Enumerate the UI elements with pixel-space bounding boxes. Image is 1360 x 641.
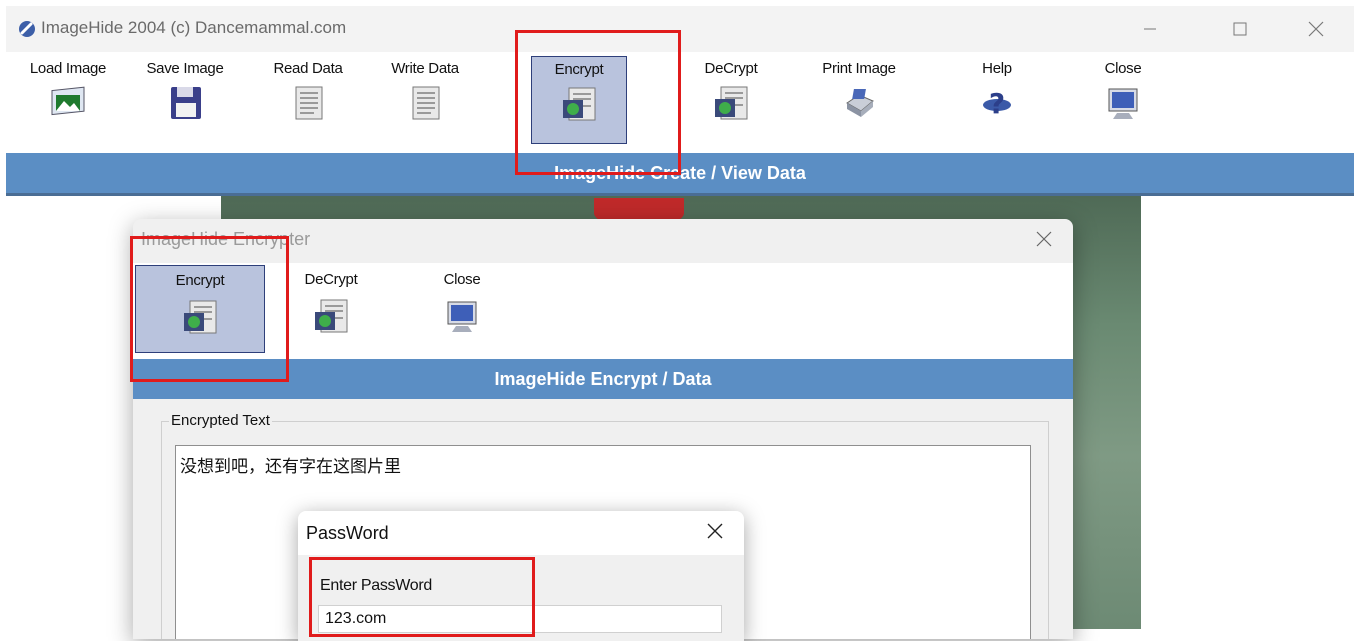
save-image-label: Save Image <box>146 60 224 77</box>
print-image-button[interactable]: Print Image <box>811 56 907 144</box>
data-file-icon <box>412 86 440 120</box>
monitor-icon <box>447 301 477 332</box>
encrypter-close-tool-button[interactable]: Close <box>397 265 527 353</box>
close-window-button[interactable] <box>1294 14 1338 44</box>
minimize-icon <box>1144 28 1156 30</box>
help-button[interactable]: Help ? <box>949 56 1045 144</box>
help-label: Help <box>982 60 1012 77</box>
close-button[interactable]: Close <box>1075 56 1171 144</box>
write-data-button[interactable]: Write Data <box>377 56 473 144</box>
load-image-icon <box>51 86 85 116</box>
load-image-button[interactable]: Load Image <box>20 56 116 144</box>
monitor-icon <box>1108 88 1138 119</box>
load-image-label: Load Image <box>29 60 107 77</box>
encrypter-close-label: Close <box>443 271 481 288</box>
save-image-button[interactable]: Save Image <box>137 56 233 144</box>
password-dialog-title: PassWord <box>306 523 389 543</box>
data-file-icon <box>295 86 323 120</box>
highlight-box-password <box>309 557 535 637</box>
highlight-box-dialog-encrypt <box>130 236 289 382</box>
app-logo-icon <box>19 21 35 37</box>
encrypted-text-label: Encrypted Text <box>169 412 272 429</box>
decrypt-button[interactable]: DeCrypt <box>683 56 779 144</box>
floppy-disk-icon <box>171 87 201 119</box>
maximize-icon <box>1233 22 1247 36</box>
window-title: ImageHide 2004 (c) Dancemammal.com <box>41 18 347 37</box>
decrypt-label: DeCrypt <box>704 60 758 77</box>
encrypter-decrypt-label: DeCrypt <box>304 271 358 288</box>
read-data-button[interactable]: Read Data <box>260 56 356 144</box>
close-icon <box>1308 21 1324 37</box>
close-icon <box>707 523 723 539</box>
read-data-label: Read Data <box>273 60 343 77</box>
write-data-label: Write Data <box>391 60 459 77</box>
maximize-button[interactable] <box>1218 14 1262 44</box>
password-title-bar: PassWord <box>298 511 744 555</box>
minimize-button[interactable] <box>1128 14 1172 44</box>
close-label: Close <box>1104 60 1142 77</box>
svg-text:?: ? <box>989 87 1005 120</box>
print-image-label: Print Image <box>822 60 896 77</box>
decrypt-icon <box>715 86 748 120</box>
highlight-box-main-encrypt <box>515 30 681 175</box>
printer-icon <box>846 89 874 117</box>
close-icon <box>1036 231 1052 247</box>
password-close-button[interactable] <box>698 519 732 547</box>
help-icon: ? <box>983 87 1011 120</box>
decrypt-icon <box>315 299 348 333</box>
encrypter-close-button[interactable] <box>1029 227 1059 253</box>
